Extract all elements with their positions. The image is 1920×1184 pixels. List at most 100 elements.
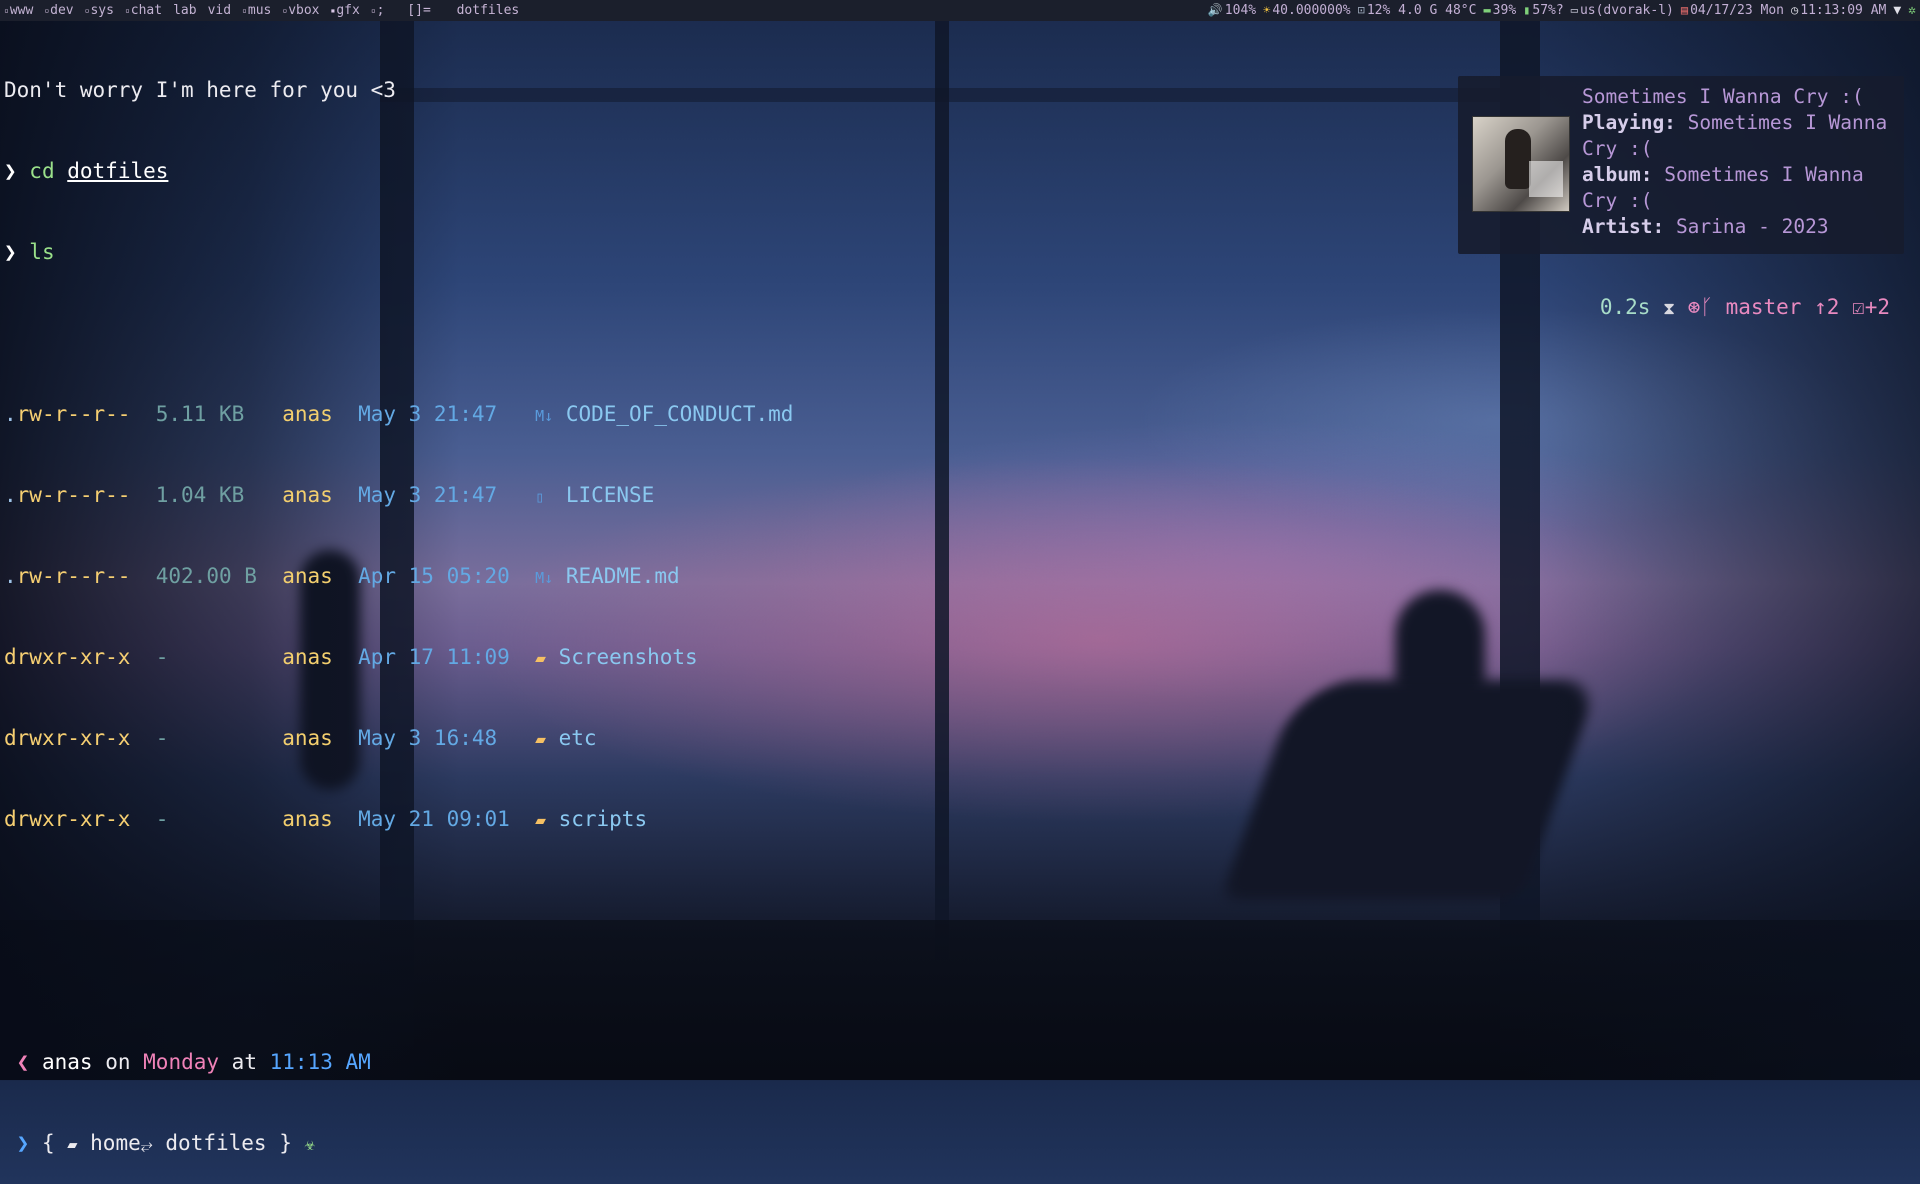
workspace-dot-icon: ▫	[44, 6, 50, 15]
album-label: album:	[1582, 163, 1653, 186]
file-name[interactable]: README.md	[566, 564, 680, 588]
artist-value: Sarina - 2023	[1675, 215, 1829, 238]
right-prompt: 0.2s ⧗ ⊛ᚴ master ↑2 ☑+2	[1600, 294, 1890, 323]
greeting-line: Don't worry I'm here for you <3	[4, 78, 396, 102]
command-line-cd: ❯ cd dotfiles	[4, 158, 793, 185]
github-icon: ⊛	[1687, 295, 1701, 319]
folder-name[interactable]: Screenshots	[559, 645, 698, 669]
file-type: .	[4, 483, 17, 507]
file-size: -	[155, 807, 169, 831]
file-row: .rw-r--r-- 1.04 KB anas May 3 21:47 ▯ LI…	[4, 482, 793, 509]
biohazard-icon: ☣	[304, 1134, 316, 1155]
file-date: May 3 16:48	[358, 726, 498, 750]
system-stats: 🔊 104% ☀ 40.000000% ⊡ 12% 4.0 G 48°C ▬ 39% ▮ 57%?…	[1201, 0, 1916, 21]
folder-icon: ▰	[535, 810, 546, 831]
sun-icon: ☀	[1263, 3, 1271, 17]
workspace-dot-icon: ▫	[84, 6, 90, 15]
keyboard-icon: ▭	[1570, 3, 1578, 17]
file-permissions: rwxr-xr-x	[16, 645, 131, 669]
exec-time: 0.2s	[1599, 295, 1651, 319]
battery-icon: ▮	[1523, 3, 1531, 17]
album-cover	[1472, 116, 1570, 212]
prompt-time: 11:13 AM	[269, 1050, 371, 1074]
volume-stat[interactable]: 🔊 104%	[1208, 3, 1256, 18]
file-permissions: rw-r--r--	[16, 564, 131, 588]
command-argument[interactable]: dotfiles	[67, 159, 168, 183]
file-permissions: rwxr-xr-x	[16, 726, 131, 750]
battery-stat: ▮ 57%?	[1523, 3, 1564, 18]
file-name[interactable]: LICENSE	[566, 483, 655, 507]
calendar-icon: ▤	[1680, 3, 1689, 17]
file-type: .	[4, 564, 17, 588]
prompt-chevron-icon: ❯	[4, 159, 30, 183]
file-name[interactable]: CODE_OF_CONDUCT.md	[566, 402, 794, 426]
file-type: d	[4, 726, 17, 750]
workspace-list: ▫www ▫dev ▫sys ▫chat lab vid ▫mus ▫vbox ▪gfx ▫; […	[4, 0, 519, 21]
status-bar: ▫www ▫dev ▫sys ▫chat lab vid ▫mus ▫vbox ▪gfx ▫; […	[0, 0, 1920, 21]
memory-stat: ▬ 39%	[1483, 3, 1517, 18]
prompt-at-text: at	[231, 1050, 257, 1074]
file-owner: anas	[282, 807, 333, 831]
time-stat: ◷ 11:13:09 AM	[1791, 3, 1887, 18]
file-permissions: rw-r--r--	[16, 402, 131, 426]
file-date: May 3 21:47	[358, 402, 498, 426]
clock-icon: ◷	[1791, 3, 1799, 17]
ls-output: .rw-r--r-- 5.11 KB anas May 3 21:47 M↓ C…	[4, 347, 793, 887]
folder-icon: ▰	[535, 729, 546, 750]
robot-icon: ⊡	[1357, 3, 1365, 17]
memory-icon: ▬	[1483, 3, 1491, 17]
file-row: drwxr-xr-x - anas May 21 09:01 ▰ scripts	[4, 806, 793, 833]
file-date: May 21 09:01	[358, 807, 510, 831]
workspace-tab-sys[interactable]: ▫sys	[85, 3, 114, 18]
workspace-tab-lab[interactable]: lab	[173, 3, 196, 18]
music-artist-line: Artist: Sarina - 2023	[1582, 214, 1894, 240]
brightness-stat[interactable]: ☀ 40.000000%	[1263, 3, 1351, 18]
workspace-tab-dev[interactable]: ▫dev	[44, 3, 73, 18]
layout-indicator[interactable]: []=	[407, 3, 430, 18]
workspace-tab-www[interactable]: ▫www	[4, 3, 33, 18]
workspace-tab-extra[interactable]: ▫;	[371, 3, 385, 18]
album-cover-label	[1529, 161, 1563, 197]
folder-icon: ▰	[67, 1135, 78, 1155]
file-permissions: rw-r--r--	[16, 483, 131, 507]
window-title: dotfiles	[456, 3, 520, 18]
workspace-tab-vbox[interactable]: ▫vbox	[282, 3, 319, 18]
file-size: -	[155, 726, 169, 750]
file-owner: anas	[282, 726, 333, 750]
file-date: Apr 17 11:09	[358, 645, 510, 669]
terminal[interactable]: Don't worry I'm here for you <3 ❯ cd dot…	[4, 23, 793, 1184]
file-date: May 3 21:47	[358, 483, 498, 507]
git-branch: master	[1725, 295, 1802, 319]
music-notification[interactable]: Sometimes I Wanna Cry :( Playing: Someti…	[1458, 76, 1904, 254]
file-owner: anas	[282, 645, 333, 669]
file-row: drwxr-xr-x - anas May 3 16:48 ▰ etc	[4, 725, 793, 752]
tray-app-icon[interactable]: ✲	[1908, 3, 1916, 18]
workspace-tab-chat[interactable]: ▫chat	[125, 3, 162, 18]
prompt-input-line[interactable]: ❯ { ▰ home⥂ dotfiles } ☣	[4, 1130, 793, 1157]
folder-name[interactable]: scripts	[559, 807, 648, 831]
workspace-tab-mus[interactable]: ▫mus	[242, 3, 271, 18]
speaker-icon: 🔊	[1207, 3, 1223, 17]
workspace-tab-vid[interactable]: vid	[208, 3, 231, 18]
file-size: 402.00 B	[155, 564, 257, 588]
file-type: d	[4, 645, 17, 669]
prompt-user: anas	[41, 1050, 93, 1074]
prompt-info-line: ❮ anas on Monday at 11:13 AM	[4, 1049, 793, 1076]
keyboard-stat[interactable]: ▭ us(dvorak-l)	[1571, 3, 1674, 18]
prompt-day: Monday	[143, 1050, 220, 1074]
path-home: home	[90, 1131, 141, 1155]
artist-label: Artist:	[1582, 215, 1665, 238]
command-line-ls: ❯ ls	[4, 239, 793, 266]
workspace-tab-gfx[interactable]: ▪gfx	[331, 3, 360, 18]
file-date: Apr 15 05:20	[358, 564, 510, 588]
album-cover-figure	[1505, 129, 1531, 189]
prompt-left-chevron-icon: ❮	[16, 1050, 30, 1074]
playing-label: Playing:	[1582, 111, 1676, 134]
wifi-icon[interactable]: ▼	[1893, 3, 1901, 18]
git-staged: +2	[1864, 295, 1890, 319]
music-playing-line: Playing: Sometimes I Wanna Cry :(	[1582, 110, 1894, 162]
file-permissions: rwxr-xr-x	[16, 807, 131, 831]
prompt-on-text: on	[105, 1050, 131, 1074]
folder-name[interactable]: etc	[559, 726, 597, 750]
